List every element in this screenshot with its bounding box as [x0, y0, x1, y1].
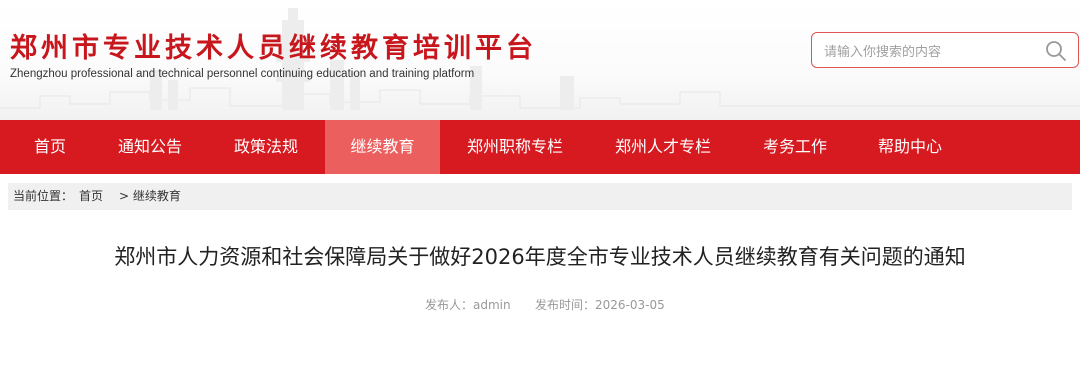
- nav-item-notices[interactable]: 通知公告: [100, 120, 200, 174]
- breadcrumb-home[interactable]: 首页: [79, 183, 103, 210]
- nav-item-continuing-education[interactable]: 继续教育: [325, 120, 440, 174]
- breadcrumb-prefix: 当前位置：: [13, 189, 74, 203]
- site-subtitle: Zhengzhou professional and technical per…: [10, 68, 475, 80]
- nav-item-help-center[interactable]: 帮助中心: [860, 120, 960, 174]
- article-title: 郑州市人力资源和社会保障局关于做好2026年度全市专业技术人员继续教育有关问题的…: [114, 245, 966, 269]
- search-box: [811, 32, 1079, 68]
- nav-item-policies[interactable]: 政策法规: [216, 120, 316, 174]
- article-date: 发布时间：2026-03-05: [535, 298, 665, 312]
- breadcrumb: 当前位置： 首页 > 继续教育: [8, 183, 1072, 210]
- search-icon[interactable]: [1044, 39, 1068, 63]
- nav-item-title-column[interactable]: 郑州职称专栏: [455, 120, 575, 174]
- nav-item-talent-column[interactable]: 郑州人才专栏: [603, 120, 723, 174]
- nav-item-exam-work[interactable]: 考务工作: [745, 120, 845, 174]
- site-title: 郑州市专业技术人员继续教育培训平台: [10, 33, 537, 64]
- nav-item-home[interactable]: 首页: [0, 120, 100, 174]
- breadcrumb-current[interactable]: > 继续教育: [119, 183, 181, 210]
- search-input[interactable]: [822, 40, 1036, 64]
- article-publisher: 发布人：admin: [425, 298, 511, 312]
- site-header: 郑州市专业技术人员继续教育培训平台 Zhengzhou professional…: [0, 0, 1080, 120]
- main-nav: 首页 通知公告 政策法规 继续教育 郑州职称专栏 郑州人才专栏 考务工作 帮助中…: [0, 120, 1080, 174]
